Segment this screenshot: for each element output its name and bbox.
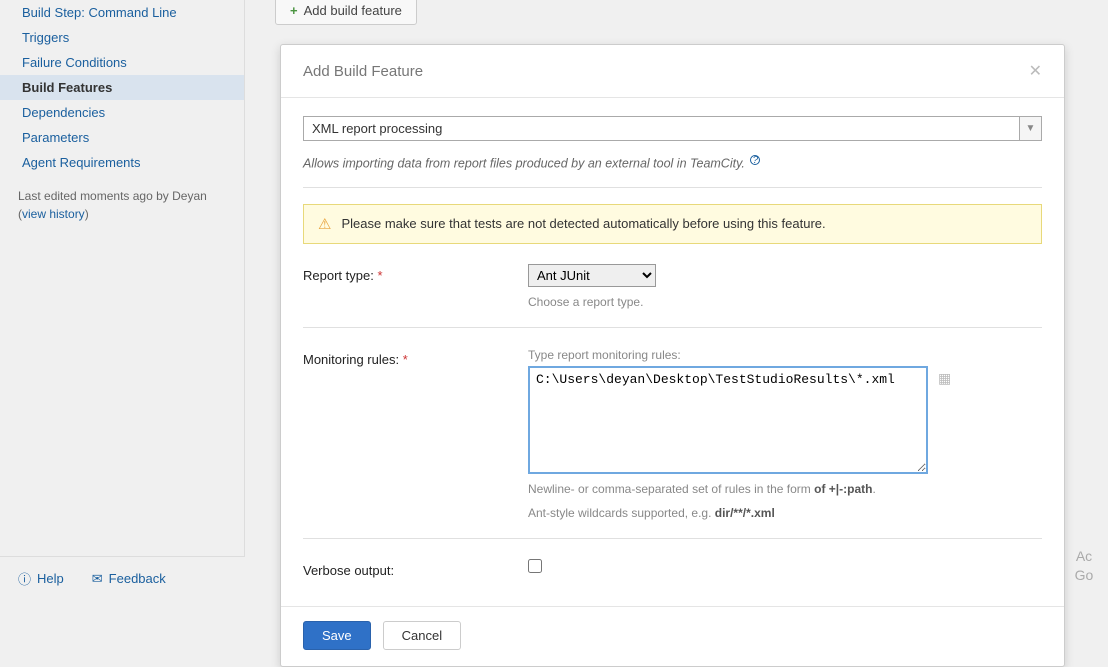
- chevron-down-icon[interactable]: ▼: [1020, 116, 1042, 141]
- sidebar-item-failure-conditions[interactable]: Failure Conditions: [0, 50, 244, 75]
- mail-icon: ✉: [92, 571, 103, 587]
- feedback-link[interactable]: ✉ Feedback: [92, 569, 166, 588]
- report-type-hint: Choose a report type.: [528, 293, 1042, 311]
- help-label: Help: [37, 571, 64, 586]
- feature-description-text: Allows importing data from report files …: [303, 157, 745, 171]
- right-fade: Ac Go: [1060, 0, 1108, 600]
- help-icon: ⓘ: [18, 569, 31, 588]
- divider: [303, 187, 1042, 188]
- add-build-feature-button[interactable]: + Add build feature: [275, 0, 417, 25]
- sidebar-item-build-step[interactable]: Build Step: Command Line: [0, 0, 244, 25]
- monitoring-rules-hint1: Newline- or comma-separated set of rules…: [528, 480, 1042, 498]
- sidebar-meta: Last edited moments ago by Deyan (view h…: [0, 175, 244, 235]
- dialog-title: Add Build Feature: [303, 63, 423, 80]
- report-type-select[interactable]: Ant JUnit: [528, 264, 656, 287]
- right-text-2: Go: [1075, 566, 1094, 586]
- monitoring-rules-label: Monitoring rules: *: [303, 348, 528, 367]
- verbose-output-label: Verbose output:: [303, 559, 528, 578]
- monitoring-rules-hint2: Ant-style wildcards supported, e.g. dir/…: [528, 504, 1042, 522]
- meta-time: moments ago by Deyan: [80, 189, 207, 203]
- info-icon[interactable]: ?: [750, 155, 760, 165]
- report-type-row: Report type: * Ant JUnit Choose a report…: [303, 260, 1042, 311]
- feature-description: Allows importing data from report files …: [303, 155, 1042, 171]
- warning-box: ⚠ Please make sure that tests are not de…: [303, 204, 1042, 244]
- divider: [303, 538, 1042, 539]
- save-button[interactable]: Save: [303, 621, 371, 650]
- sidebar-item-parameters[interactable]: Parameters: [0, 125, 244, 150]
- sidebar: Build Step: Command Line Triggers Failur…: [0, 0, 245, 600]
- plus-icon: +: [290, 3, 298, 18]
- right-text-1: Ac: [1076, 547, 1092, 567]
- footer-bar: ⓘ Help ✉ Feedback: [0, 556, 245, 600]
- sidebar-item-agent-requirements[interactable]: Agent Requirements: [0, 150, 244, 175]
- dialog-footer: Save Cancel: [281, 606, 1064, 666]
- feature-select[interactable]: XML report processing ▼: [303, 116, 1042, 141]
- close-icon[interactable]: ✕: [1029, 61, 1042, 81]
- feature-select-value: XML report processing: [303, 116, 1020, 141]
- variables-icon[interactable]: ▦: [938, 370, 951, 387]
- help-link[interactable]: ⓘ Help: [18, 569, 64, 588]
- monitoring-rules-input[interactable]: [528, 366, 928, 474]
- monitoring-rules-caption: Type report monitoring rules:: [528, 348, 1042, 362]
- sidebar-item-dependencies[interactable]: Dependencies: [0, 100, 244, 125]
- dialog-body: XML report processing ▼ Allows importing…: [281, 98, 1064, 600]
- view-history-link[interactable]: view history: [22, 207, 85, 221]
- warning-text: Please make sure that tests are not dete…: [341, 216, 825, 231]
- dialog-header: Add Build Feature ✕: [281, 45, 1064, 98]
- sidebar-item-build-features[interactable]: Build Features: [0, 75, 244, 100]
- monitoring-rules-row: Monitoring rules: * Type report monitori…: [303, 344, 1042, 522]
- report-type-label: Report type: *: [303, 264, 528, 283]
- meta-prefix: Last edited: [18, 189, 77, 203]
- add-feature-label: Add build feature: [304, 3, 402, 18]
- verbose-output-checkbox[interactable]: [528, 559, 542, 573]
- verbose-output-row: Verbose output:: [303, 555, 1042, 578]
- warning-icon: ⚠: [318, 215, 331, 233]
- divider: [303, 327, 1042, 328]
- add-build-feature-dialog: Add Build Feature ✕ XML report processin…: [280, 44, 1065, 667]
- cancel-button[interactable]: Cancel: [383, 621, 461, 650]
- sidebar-item-triggers[interactable]: Triggers: [0, 25, 244, 50]
- feedback-label: Feedback: [109, 571, 166, 586]
